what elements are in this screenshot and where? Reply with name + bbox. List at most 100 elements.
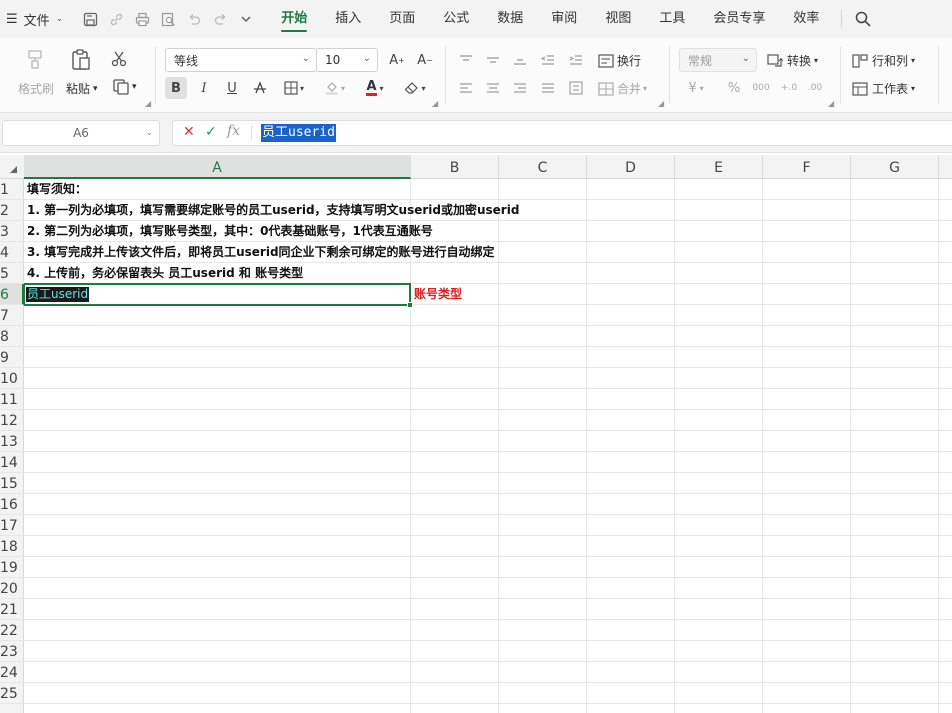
format-painter-label[interactable]: 格式刷 (18, 80, 54, 97)
active-cell-a6[interactable]: 员工userid (24, 283, 413, 308)
row-header[interactable]: 3 (0, 221, 24, 242)
cell-b6[interactable]: 账号类型 (414, 284, 462, 305)
cut-icon[interactable] (110, 50, 128, 68)
decrease-font-size-icon[interactable]: A − (414, 49, 436, 71)
cancel-icon[interactable]: ✕ (183, 124, 195, 140)
row-header[interactable]: 10 (0, 368, 24, 389)
rows-columns-button[interactable]: 行和列 ▾ (852, 52, 915, 69)
align-top-icon[interactable] (455, 49, 477, 71)
select-all-button[interactable] (0, 155, 24, 179)
font-size-select[interactable]: 10 ⌄ (316, 48, 378, 72)
paste-button[interactable]: 粘贴 ▾ (66, 80, 98, 97)
row-header[interactable]: 2 (0, 200, 24, 221)
column-header-d[interactable]: D (587, 155, 675, 179)
cell-a1[interactable]: 填写须知： (27, 179, 87, 200)
align-center-icon[interactable] (482, 77, 504, 99)
clear-format-icon[interactable]: ▾ (399, 77, 431, 99)
row-header[interactable]: 13 (0, 431, 24, 452)
formula-content[interactable]: 员工userid (261, 124, 336, 142)
row-header[interactable]: 17 (0, 515, 24, 536)
row-header[interactable]: 20 (0, 578, 24, 599)
cell-a2[interactable]: 1. 第一列为必填项，填写需要绑定账号的员工userid，支持填写明文useri… (27, 200, 519, 221)
tab-view[interactable]: 视图 (591, 0, 645, 38)
tab-formulas[interactable]: 公式 (429, 0, 483, 38)
format-painter-icon[interactable] (24, 48, 46, 70)
distributed-align-icon[interactable] (565, 77, 587, 99)
column-header-b[interactable]: B (411, 155, 499, 179)
align-right-icon[interactable] (509, 77, 531, 99)
row-header[interactable]: 12 (0, 410, 24, 431)
font-launcher-icon[interactable]: ◢ (432, 99, 438, 108)
fill-handle[interactable] (407, 302, 413, 308)
name-box[interactable]: A6 ⌄ (2, 120, 160, 146)
print-icon[interactable] (133, 10, 151, 28)
row-header[interactable]: 11 (0, 389, 24, 410)
search-icon[interactable] (854, 10, 872, 28)
underline-button[interactable]: U (221, 77, 243, 99)
decrease-decimal-icon[interactable]: .00 (804, 77, 826, 99)
align-bottom-icon[interactable] (509, 49, 531, 71)
column-header-a[interactable]: A (24, 155, 411, 179)
column-header-c[interactable]: C (499, 155, 587, 179)
row-header[interactable]: 23 (0, 641, 24, 662)
tab-home[interactable]: 开始 (267, 0, 321, 38)
tab-member[interactable]: 会员专享 (699, 0, 779, 38)
currency-icon[interactable]: ¥ ▾ (680, 77, 712, 99)
row-header[interactable]: 6 (0, 284, 24, 305)
thousands-separator-icon[interactable]: 000 (750, 77, 772, 99)
convert-button[interactable]: 转换 ▾ (767, 52, 818, 69)
alignment-launcher-icon[interactable]: ◢ (658, 99, 664, 108)
quick-access-dropdown-icon[interactable] (237, 10, 255, 28)
clipboard-launcher-icon[interactable]: ◢ (145, 99, 151, 108)
insert-function-icon[interactable]: fx (227, 123, 240, 139)
tab-efficiency[interactable]: 效率 (779, 0, 833, 38)
tab-tools[interactable]: 工具 (645, 0, 699, 38)
worksheet-button[interactable]: 工作表 ▾ (852, 80, 915, 97)
increase-font-size-icon[interactable]: A + (386, 49, 408, 71)
print-preview-icon[interactable] (159, 10, 177, 28)
row-header[interactable]: 22 (0, 620, 24, 641)
row-header[interactable]: 24 (0, 662, 24, 683)
file-menu-button[interactable]: ☰ 文件 ⌄ (0, 0, 63, 38)
italic-button[interactable]: I (193, 77, 215, 99)
cell-a4[interactable]: 3. 填写完成并上传该文件后，即将员工userid同企业下剩余可绑定的账号进行自… (27, 242, 495, 263)
borders-icon[interactable]: ▾ (279, 77, 309, 99)
undo-icon[interactable] (185, 10, 203, 28)
row-header[interactable]: 8 (0, 326, 24, 347)
strikethrough-icon[interactable] (249, 77, 271, 99)
column-header-e[interactable]: E (675, 155, 763, 179)
row-header[interactable]: 4 (0, 242, 24, 263)
row-header[interactable]: 5 (0, 263, 24, 284)
font-name-select[interactable]: 等线 ⌄ (165, 48, 317, 72)
row-header[interactable]: 19 (0, 557, 24, 578)
row-header[interactable]: 21 (0, 599, 24, 620)
increase-indent-icon[interactable] (565, 49, 587, 71)
row-header[interactable]: 9 (0, 347, 24, 368)
cell-grid[interactable]: 填写须知： 1. 第一列为必填项，填写需要绑定账号的员工userid，支持填写明… (24, 179, 952, 713)
bold-button[interactable]: B (165, 77, 187, 99)
decrease-indent-icon[interactable] (537, 49, 559, 71)
number-format-select[interactable]: 常规 ⌄ (679, 48, 757, 72)
cell-a3[interactable]: 2. 第二列为必填项，填写账号类型，其中：0代表基础账号，1代表互通账号 (27, 221, 433, 242)
tab-data[interactable]: 数据 (483, 0, 537, 38)
justify-icon[interactable] (537, 77, 559, 99)
link-icon[interactable] (107, 10, 125, 28)
cell-a5[interactable]: 4. 上传前，务必保留表头 员工userid 和 账号类型 (27, 263, 303, 284)
row-header[interactable]: 16 (0, 494, 24, 515)
wrap-text-button[interactable]: 换行 (598, 52, 641, 69)
font-color-button[interactable]: A ▾ (359, 77, 391, 99)
column-header-f[interactable]: F (763, 155, 851, 179)
align-middle-icon[interactable] (482, 49, 504, 71)
tab-page[interactable]: 页面 (375, 0, 429, 38)
confirm-icon[interactable]: ✓ (205, 124, 217, 140)
paste-icon[interactable] (70, 48, 92, 72)
tab-insert[interactable]: 插入 (321, 0, 375, 38)
redo-icon[interactable] (211, 10, 229, 28)
save-icon[interactable] (81, 10, 99, 28)
row-header[interactable]: 18 (0, 536, 24, 557)
row-header[interactable]: 7 (0, 305, 24, 326)
row-header[interactable]: 25 (0, 683, 24, 704)
number-launcher-icon[interactable]: ◢ (828, 99, 834, 108)
percent-icon[interactable]: % (723, 77, 745, 99)
fill-color-icon[interactable]: ▾ (319, 77, 351, 99)
